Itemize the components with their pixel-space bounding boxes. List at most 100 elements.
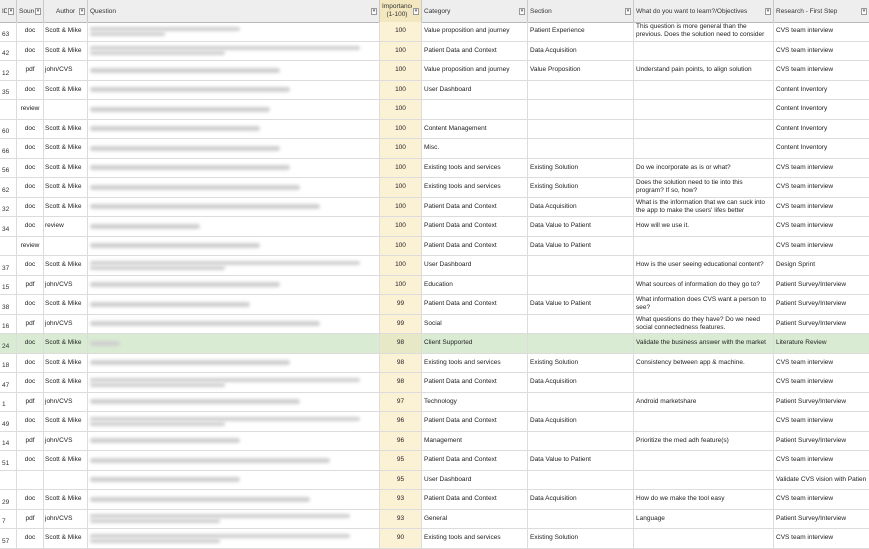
cell-id[interactable]: 1	[0, 392, 17, 411]
cell-research[interactable]: CVS team interview	[774, 373, 869, 392]
cell-id[interactable]: 42	[0, 41, 17, 60]
column-header-author[interactable]: Author ▾	[44, 0, 88, 22]
cell-section[interactable]	[528, 334, 634, 353]
cell-source[interactable]	[17, 470, 44, 489]
cell-source[interactable]: doc	[17, 451, 44, 470]
cell-question[interactable]	[88, 509, 380, 528]
cell-importance[interactable]: 98	[380, 373, 422, 392]
filter-dropdown-icon[interactable]: ▾	[519, 7, 525, 15]
cell-research[interactable]: Patient Survey/Interview	[774, 432, 869, 451]
cell-question[interactable]	[88, 139, 380, 158]
cell-id[interactable]: 57	[0, 529, 17, 548]
cell-research[interactable]: Patient Survey/Interview	[774, 510, 869, 529]
cell-category[interactable]: Existing tools and services	[422, 353, 528, 372]
cell-category[interactable]: Patient Data and Context	[422, 451, 528, 470]
cell-research[interactable]: CVS team interview	[774, 237, 869, 256]
cell-importance[interactable]: 100	[380, 119, 422, 138]
cell-id[interactable]	[0, 100, 17, 119]
cell-objectives[interactable]: Validate the business answer with the ma…	[634, 334, 774, 353]
cell-id[interactable]: 35	[0, 80, 17, 99]
cell-section[interactable]	[528, 509, 634, 528]
cell-question[interactable]	[88, 412, 380, 431]
cell-section[interactable]: Data Acquisition	[528, 412, 634, 431]
cell-source[interactable]: doc	[17, 178, 44, 197]
table-row[interactable]: 35 doc Scott & Mike 100 User Dashboard Conten…	[0, 80, 869, 100]
cell-author[interactable]	[44, 100, 88, 119]
cell-id[interactable]	[0, 236, 17, 255]
cell-author[interactable]	[44, 236, 88, 255]
cell-section[interactable]	[528, 392, 634, 411]
cell-research[interactable]: CVS team interview	[774, 451, 869, 470]
cell-source[interactable]: doc	[17, 22, 44, 41]
cell-importance[interactable]: 98	[380, 334, 422, 353]
cell-section[interactable]: Data Value to Patient	[528, 451, 634, 470]
cell-section[interactable]: Existing Solution	[528, 353, 634, 372]
cell-category[interactable]: Patient Data and Context	[422, 295, 528, 314]
cell-question[interactable]	[88, 334, 380, 353]
cell-author[interactable]: Scott & Mike	[44, 158, 88, 177]
filter-dropdown-icon[interactable]: ▾	[35, 7, 41, 15]
cell-objectives[interactable]: Language	[634, 509, 774, 528]
table-row[interactable]: 47 doc Scott & Mike 98 Patient Data and Cont…	[0, 373, 869, 393]
cell-category[interactable]: Patient Data and Context	[422, 236, 528, 255]
cell-source[interactable]: pdf	[17, 275, 44, 294]
table-row[interactable]: 24 doc Scott & Mike 98 Client Supported Valid…	[0, 334, 869, 354]
cell-importance[interactable]: 93	[380, 490, 422, 509]
cell-category[interactable]: Patient Data and Context	[422, 217, 528, 236]
cell-question[interactable]	[88, 295, 380, 314]
cell-research[interactable]: CVS team interview	[774, 22, 869, 41]
table-row[interactable]: 42 doc Scott & Mike 100 Patient Data and Con…	[0, 41, 869, 61]
cell-research[interactable]: CVS team interview	[774, 412, 869, 431]
cell-importance[interactable]: 100	[380, 22, 422, 41]
cell-source[interactable]: pdf	[17, 509, 44, 528]
cell-objectives[interactable]: This question is more general than the p…	[634, 22, 774, 41]
cell-objectives[interactable]	[634, 119, 774, 138]
cell-section[interactable]: Data Value to Patient	[528, 236, 634, 255]
cell-category[interactable]: Social	[422, 314, 528, 333]
cell-research[interactable]: Content Inventory	[774, 100, 869, 119]
table-row[interactable]: 32 doc Scott & Mike 100 Patient Data and Con…	[0, 197, 869, 217]
cell-source[interactable]: doc	[17, 412, 44, 431]
cell-question[interactable]	[88, 236, 380, 255]
cell-section[interactable]	[528, 119, 634, 138]
cell-objectives[interactable]	[634, 451, 774, 470]
cell-source[interactable]: pdf	[17, 431, 44, 450]
cell-research[interactable]: Patient Survey/Interview	[774, 315, 869, 334]
cell-section[interactable]: Data Acquisition	[528, 490, 634, 509]
cell-author[interactable]: Scott & Mike	[44, 197, 88, 216]
cell-source[interactable]: doc	[17, 353, 44, 372]
cell-question[interactable]	[88, 470, 380, 489]
cell-importance[interactable]: 100	[380, 139, 422, 158]
cell-research[interactable]: CVS team interview	[774, 490, 869, 509]
cell-category[interactable]: User Dashboard	[422, 470, 528, 489]
cell-research[interactable]: Literature Review	[774, 334, 869, 353]
cell-source[interactable]: pdf	[17, 314, 44, 333]
cell-id[interactable]: 32	[0, 197, 17, 216]
cell-source[interactable]: doc	[17, 139, 44, 158]
cell-source[interactable]: doc	[17, 41, 44, 60]
cell-importance[interactable]: 90	[380, 529, 422, 548]
cell-question[interactable]	[88, 22, 380, 41]
cell-source[interactable]: pdf	[17, 392, 44, 411]
table-row[interactable]: 51 doc Scott & Mike 95 Patient Data and Cont…	[0, 451, 869, 471]
cell-importance[interactable]: 99	[380, 295, 422, 314]
cell-importance[interactable]: 95	[380, 451, 422, 470]
table-row[interactable]: 1 pdf john/CVS 97 Technology Android marketsh…	[0, 392, 869, 412]
cell-id[interactable]: 60	[0, 119, 17, 138]
cell-question[interactable]	[88, 178, 380, 197]
cell-objectives[interactable]: What sources of information do they go t…	[634, 275, 774, 294]
cell-author[interactable]: review	[44, 217, 88, 236]
cell-importance[interactable]: 100	[380, 178, 422, 197]
cell-importance[interactable]: 100	[380, 158, 422, 177]
cell-question[interactable]	[88, 529, 380, 548]
cell-section[interactable]: Data Acquisition	[528, 373, 634, 392]
table-row[interactable]: 56 doc Scott & Mike 100 Existing tools and s…	[0, 158, 869, 178]
table-row[interactable]: 15 pdf john/CVS 100 Education What sources of…	[0, 275, 869, 295]
cell-category[interactable]: User Dashboard	[422, 80, 528, 99]
cell-category[interactable]: User Dashboard	[422, 256, 528, 275]
cell-id[interactable]: 24	[0, 334, 17, 353]
cell-section[interactable]	[528, 100, 634, 119]
cell-category[interactable]: Value proposition and journey	[422, 22, 528, 41]
cell-author[interactable]: Scott & Mike	[44, 353, 88, 372]
cell-id[interactable]: 62	[0, 178, 17, 197]
